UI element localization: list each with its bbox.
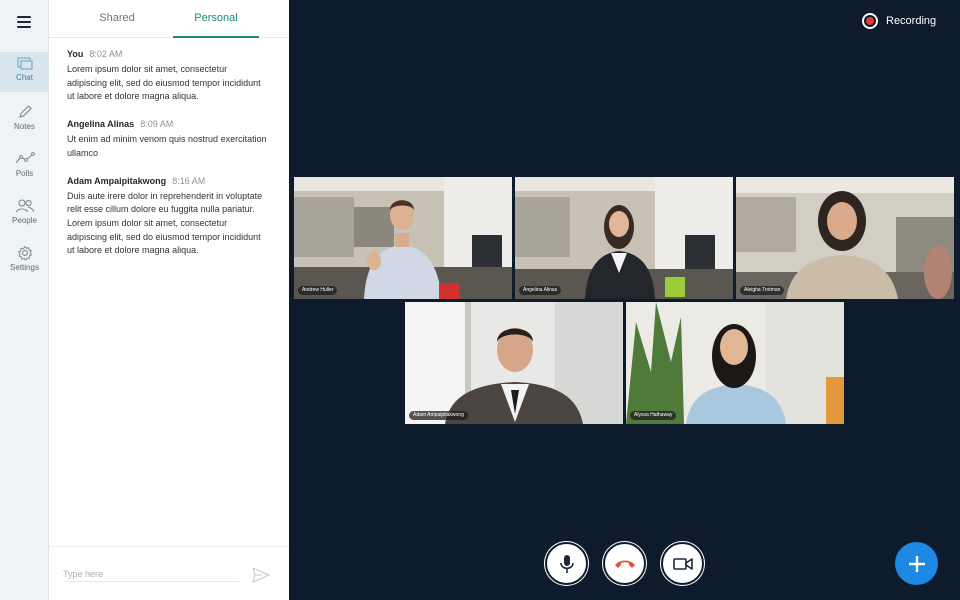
video-tile[interactable]: Angelina Alinas [515, 177, 733, 299]
rail-item-people[interactable]: People [0, 193, 49, 233]
message: Adam Ampaipitakwong 8:16 AM Duis aute ire… [67, 175, 267, 259]
rail-item-notes[interactable]: Notes [0, 99, 49, 139]
rail-item-label: Settings [10, 263, 39, 272]
chat-icon [16, 57, 33, 70]
participant-video [294, 177, 512, 299]
participant-name: Alyssa Hathaway [630, 411, 677, 420]
participant-name: Adam Ampaipitakwong [409, 411, 468, 420]
polls-icon [15, 152, 35, 164]
participant-video [626, 302, 844, 424]
message-author: Angelina Alinas [67, 119, 135, 130]
video-camera-icon [672, 557, 693, 570]
call-controls [289, 542, 960, 586]
hang-up-icon [614, 560, 635, 568]
gear-icon [17, 245, 32, 261]
message-text: Ut enim ad minim venom quis nostrud exer… [67, 134, 267, 158]
chat-panel: Shared Personal You 8:02 AM Lorem ipsum d… [49, 0, 289, 600]
message: You 8:02 AM Lorem ipsum dolor sit amet, c… [67, 48, 267, 104]
message-time: 8:09 AM [140, 119, 174, 130]
rail-item-label: Notes [14, 122, 35, 131]
recording-label: Recording [886, 15, 937, 27]
left-rail: Chat Notes Polls People Settings [0, 0, 49, 600]
rail-item-label: Chat [16, 73, 33, 82]
send-icon[interactable] [252, 567, 270, 583]
record-icon [862, 13, 878, 29]
rail-item-label: People [12, 216, 37, 225]
message-time: 8:02 AM [89, 49, 123, 59]
message: Angelina Alinas 8:09 AM Ut enim ad minim … [67, 118, 267, 160]
microphone-icon [559, 554, 574, 573]
video-tile[interactable]: Alyssa Hathaway [626, 302, 844, 424]
message-text: Lorem ipsum dolor sit amet, consectetur … [67, 64, 261, 102]
participant-name: Aleigha Trotman [740, 286, 785, 295]
tab-shared[interactable]: Shared [74, 0, 160, 38]
participant-video [515, 177, 733, 299]
message-list: You 8:02 AM Lorem ipsum dolor sit amet, c… [67, 48, 267, 272]
mute-button[interactable] [545, 542, 588, 585]
video-stage: Recording Andrew Huller Angelina Alinas … [289, 0, 960, 600]
video-tile[interactable]: Andrew Huller [294, 177, 512, 299]
video-tile[interactable]: Adam Ampaipitakwong [405, 302, 623, 424]
plus-icon [908, 555, 925, 572]
recording-indicator[interactable]: Recording [862, 11, 936, 31]
add-button[interactable] [895, 542, 938, 585]
rail-item-chat[interactable]: Chat [0, 52, 49, 92]
rail-item-label: Polls [15, 169, 34, 178]
message-text: Duis aute irere dolor in reprehenderit i… [67, 190, 263, 256]
tab-personal[interactable]: Personal [173, 0, 259, 38]
chat-tabs: Shared Personal [49, 0, 289, 38]
message-author: Adam Ampaipitakwong [67, 175, 167, 186]
compose-bar [49, 546, 289, 600]
participant-name: Angelina Alinas [519, 286, 562, 295]
rail-item-settings[interactable]: Settings [0, 240, 49, 280]
participant-name: Andrew Huller [298, 286, 338, 295]
camera-button[interactable] [661, 542, 704, 585]
message-time: 8:16 AM [172, 175, 206, 186]
hang-up-button[interactable] [603, 542, 646, 585]
message-author: You [67, 49, 84, 59]
people-icon [15, 199, 34, 213]
participant-video [736, 177, 954, 299]
pencil-icon [18, 105, 32, 118]
message-input[interactable] [63, 566, 239, 582]
participant-video [405, 302, 623, 424]
hamburger-menu-icon[interactable] [17, 16, 31, 28]
video-tile[interactable]: Aleigha Trotman [736, 177, 954, 299]
rail-item-polls[interactable]: Polls [0, 146, 49, 186]
